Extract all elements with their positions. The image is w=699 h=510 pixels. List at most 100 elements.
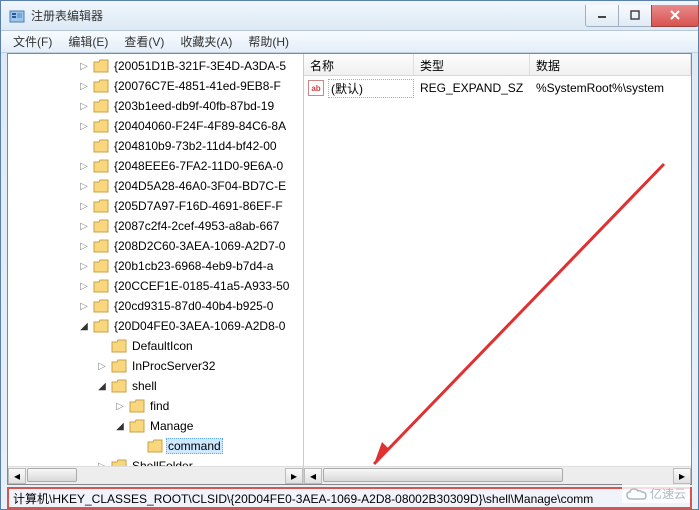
menu-edit[interactable]: 编辑(E) [60,31,116,52]
scroll-left-button[interactable]: ◂ [8,468,26,484]
tree-item-defaulticon[interactable]: DefaultIcon [8,336,303,356]
tree-item-find[interactable]: ▷find [8,396,303,416]
chevron-right-icon[interactable] [78,140,90,152]
close-button[interactable] [651,5,699,27]
tree-item-shell[interactable]: ◢shell [8,376,303,396]
folder-icon [129,399,145,413]
tree-item[interactable]: ▷{2048EEE6-7FA2-11D0-9E6A-0 [8,156,303,176]
chevron-right-icon[interactable]: ▷ [78,160,90,172]
chevron-right-icon[interactable]: ▷ [78,60,90,72]
statusbar-path: 计算机\HKEY_CLASSES_ROOT\CLSID\{20D04FE0-3A… [7,487,692,509]
tree-item[interactable]: ▷{205D7A97-F16D-4691-86EF-F [8,196,303,216]
folder-icon [93,119,109,133]
tree-item-inprocserver[interactable]: ▷InProcServer32 [8,356,303,376]
content-area: ▷{20051D1B-321F-3E4D-A3DA-5 ▷{20076C7E-4… [7,53,692,485]
string-value-icon: ab [308,80,324,96]
list-header: 名称 类型 数据 [304,54,691,76]
annotation-arrow [354,154,684,474]
chevron-right-icon[interactable]: ▷ [78,260,90,272]
folder-icon [93,239,109,253]
tree-item[interactable]: ▷{20cd9315-87d0-40b4-b925-0 [8,296,303,316]
chevron-right-icon[interactable]: ▷ [78,120,90,132]
col-data[interactable]: 数据 [530,54,691,75]
folder-icon [93,59,109,73]
watermark: 亿速云 [622,484,690,503]
tree-item[interactable]: ▷{208D2C60-3AEA-1069-A2D7-0 [8,236,303,256]
list-body[interactable]: ab (默认) REG_EXPAND_SZ %SystemRoot%\syste… [304,76,691,100]
tree-item-manage[interactable]: ◢Manage [8,416,303,436]
chevron-right-icon[interactable]: ▷ [78,280,90,292]
chevron-right-icon[interactable]: ▷ [78,240,90,252]
chevron-down-icon[interactable]: ◢ [114,420,126,432]
tree-item[interactable]: ▷{203b1eed-db9f-40fb-87bd-19 [8,96,303,116]
folder-icon [93,159,109,173]
value-type: REG_EXPAND_SZ [414,81,530,95]
registry-tree[interactable]: ▷{20051D1B-321F-3E4D-A3DA-5 ▷{20076C7E-4… [8,54,303,466]
tree-scrollbar[interactable]: ◂ ▸ [8,466,303,484]
chevron-right-icon[interactable]: ▷ [78,180,90,192]
list-row[interactable]: ab (默认) REG_EXPAND_SZ %SystemRoot%\syste… [304,78,691,98]
menu-help[interactable]: 帮助(H) [240,31,297,52]
folder-icon [93,99,109,113]
scroll-thumb[interactable] [27,468,77,482]
folder-icon [111,339,127,353]
chevron-right-icon[interactable]: ▷ [78,200,90,212]
folder-icon [93,79,109,93]
window-title: 注册表编辑器 [31,7,585,24]
folder-icon [93,139,109,153]
scroll-track[interactable] [322,468,673,484]
scroll-left-button[interactable]: ◂ [304,468,322,484]
menu-view[interactable]: 查看(V) [116,31,172,52]
scroll-right-button[interactable]: ▸ [285,468,303,484]
tree-item-shellfolder[interactable]: ▷ShellFolder [8,456,303,466]
chevron-right-icon[interactable]: ▷ [78,100,90,112]
minimize-button[interactable] [585,5,619,27]
col-type[interactable]: 类型 [414,54,530,75]
tree-item[interactable]: ◢{20D04FE0-3AEA-1069-A2D8-0 [8,316,303,336]
value-name: (默认) [328,79,414,98]
folder-icon [147,439,163,453]
tree-item[interactable]: ▷{20CCEF1E-0185-41a5-A933-50 [8,276,303,296]
maximize-button[interactable] [618,5,652,27]
scroll-right-button[interactable]: ▸ [673,468,691,484]
folder-icon [111,379,127,393]
chevron-right-icon[interactable]: ▷ [78,220,90,232]
scroll-thumb[interactable] [323,468,563,482]
chevron-right-icon[interactable]: ▷ [78,80,90,92]
menu-favorites[interactable]: 收藏夹(A) [172,31,240,52]
folder-icon [111,459,127,466]
tree-item[interactable]: ▷{20051D1B-321F-3E4D-A3DA-5 [8,56,303,76]
chevron-right-icon[interactable]: ▷ [78,300,90,312]
folder-icon [93,299,109,313]
tree-item-command[interactable]: command [8,436,303,456]
regedit-icon [9,8,25,24]
chevron-right-icon[interactable]: ▷ [114,400,126,412]
tree-item[interactable]: ▷{20076C7E-4851-41ed-9EB8-F [8,76,303,96]
chevron-down-icon[interactable]: ◢ [96,380,108,392]
folder-icon [93,259,109,273]
folder-icon [111,359,127,373]
folder-icon [93,179,109,193]
chevron-down-icon[interactable]: ◢ [78,320,90,332]
regedit-window: 注册表编辑器 文件(F) 编辑(E) 查看(V) 收藏夹(A) 帮助(H) ▷{… [0,0,699,510]
menu-file[interactable]: 文件(F) [5,31,60,52]
col-name[interactable]: 名称 [304,54,414,75]
list-pane: 名称 类型 数据 ab (默认) REG_EXPAND_SZ %SystemRo… [304,54,691,484]
tree-item[interactable]: ▷{2087c2f4-2cef-4953-a8ab-667 [8,216,303,236]
folder-icon [93,279,109,293]
folder-icon [93,219,109,233]
tree-item[interactable]: {204810b9-73b2-11d4-bf42-00 [8,136,303,156]
cloud-icon [626,487,648,501]
folder-icon [129,419,145,433]
current-path: 计算机\HKEY_CLASSES_ROOT\CLSID\{20D04FE0-3A… [13,490,593,507]
tree-item[interactable]: ▷{20b1cb23-6968-4eb9-b7d4-a [8,256,303,276]
scroll-track[interactable] [26,468,285,484]
folder-icon [93,319,109,333]
titlebar[interactable]: 注册表编辑器 [1,1,698,31]
tree-item[interactable]: ▷{20404060-F24F-4F89-84C6-8A [8,116,303,136]
list-scrollbar[interactable]: ◂ ▸ [304,466,691,484]
chevron-right-icon[interactable]: ▷ [96,360,108,372]
tree-item[interactable]: ▷{204D5A28-46A0-3F04-BD7C-E [8,176,303,196]
tree-pane: ▷{20051D1B-321F-3E4D-A3DA-5 ▷{20076C7E-4… [8,54,304,484]
folder-icon [93,199,109,213]
